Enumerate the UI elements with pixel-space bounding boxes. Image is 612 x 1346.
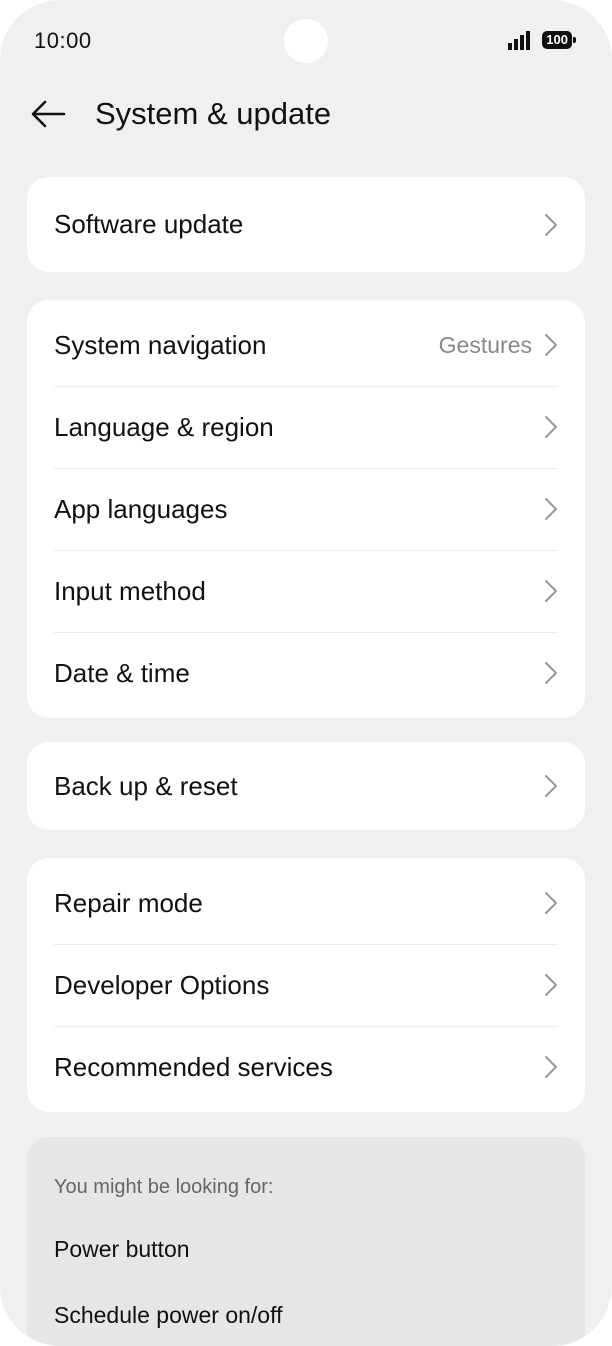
settings-group-update: Software update <box>27 177 585 272</box>
settings-group-advanced: Repair mode Developer Options Recommende… <box>27 858 585 1112</box>
suggestion-power-button[interactable]: Power button <box>54 1236 190 1263</box>
row-label: Back up & reset <box>54 770 238 801</box>
date-time-row[interactable]: Date & time <box>27 632 585 714</box>
back-button[interactable] <box>28 94 68 134</box>
software-update-row[interactable]: Software update <box>27 177 585 272</box>
front-camera-cutout <box>284 19 328 63</box>
language-region-row[interactable]: Language & region <box>27 386 585 468</box>
chevron-right-icon <box>545 213 557 236</box>
arrow-left-icon <box>31 100 66 128</box>
phone-screen: 10:00 100 System & update Software updat… <box>0 0 612 1346</box>
battery-icon: 100 <box>542 31 576 49</box>
settings-group-system: System navigation Gestures Language & re… <box>27 300 585 718</box>
status-icons: 100 <box>508 30 576 50</box>
developer-options-row[interactable]: Developer Options <box>27 944 585 1026</box>
chevron-right-icon <box>545 892 557 914</box>
row-value: Gestures <box>438 331 532 358</box>
suggestion-schedule-power[interactable]: Schedule power on/off <box>54 1302 282 1329</box>
app-languages-row[interactable]: App languages <box>27 468 585 550</box>
chevron-right-icon <box>545 974 557 996</box>
row-label: App languages <box>54 493 228 524</box>
chevron-right-icon <box>545 775 557 797</box>
back-up-reset-row[interactable]: Back up & reset <box>27 742 585 830</box>
row-label: System navigation <box>54 329 267 360</box>
row-label: Recommended services <box>54 1051 333 1082</box>
system-navigation-row[interactable]: System navigation Gestures <box>27 304 585 386</box>
page-title: System & update <box>95 96 332 131</box>
chevron-right-icon <box>545 416 557 438</box>
signal-bars-icon <box>508 31 531 50</box>
recommended-services-row[interactable]: Recommended services <box>27 1026 585 1108</box>
input-method-row[interactable]: Input method <box>27 550 585 632</box>
row-label: Software update <box>54 209 244 239</box>
chevron-right-icon <box>545 334 557 356</box>
chevron-right-icon <box>545 498 557 520</box>
row-label: Language & region <box>54 411 274 442</box>
row-label: Date & time <box>54 657 190 688</box>
suggestions-header: You might be looking for: <box>54 1176 274 1198</box>
chevron-right-icon <box>545 662 557 684</box>
row-label: Repair mode <box>54 887 203 918</box>
row-label: Developer Options <box>54 969 270 1000</box>
row-label: Input method <box>54 575 206 606</box>
chevron-right-icon <box>545 580 557 602</box>
status-time: 10:00 <box>34 28 92 53</box>
repair-mode-row[interactable]: Repair mode <box>27 862 585 944</box>
chevron-right-icon <box>545 1056 557 1078</box>
settings-group-backup: Back up & reset <box>27 742 585 830</box>
suggestions-panel: You might be looking for: Power button S… <box>27 1137 585 1346</box>
